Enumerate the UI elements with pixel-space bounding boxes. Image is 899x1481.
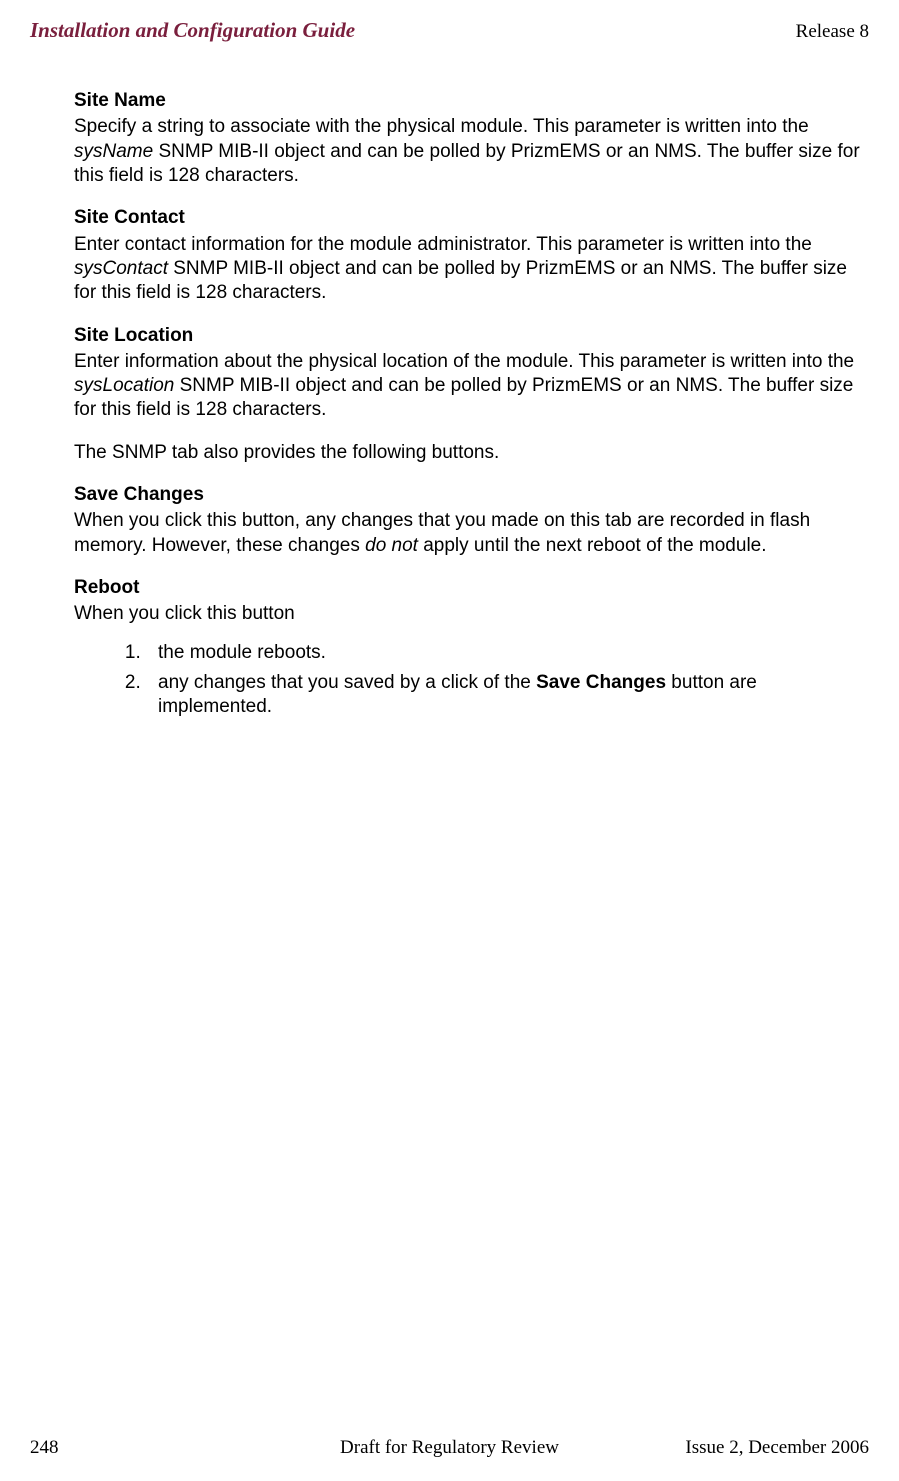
text: Specify a string to associate with the p… <box>74 116 809 137</box>
bold-save-changes: Save Changes <box>536 672 666 693</box>
text: Enter contact information for the module… <box>74 234 812 255</box>
list-item: any changes that you saved by a click of… <box>146 671 869 720</box>
para-site-contact: Enter contact information for the module… <box>74 233 869 306</box>
heading-site-contact: Site Contact <box>74 206 869 230</box>
text: the module reboots. <box>158 642 326 663</box>
header-doc-title: Installation and Configuration Guide <box>30 18 355 43</box>
list-item: the module reboots. <box>146 641 869 665</box>
text: SNMP MIB-II object and can be polled by … <box>74 141 860 186</box>
header-release: Release 8 <box>796 21 869 43</box>
para-save-changes: When you click this button, any changes … <box>74 509 869 558</box>
heading-save-changes: Save Changes <box>74 483 869 507</box>
para-site-location: Enter information about the physical loc… <box>74 350 869 423</box>
heading-reboot: Reboot <box>74 576 869 600</box>
text: any changes that you saved by a click of… <box>158 672 536 693</box>
text: SNMP MIB-II object and can be polled by … <box>74 375 853 420</box>
text: SNMP MIB-II object and can be polled by … <box>74 258 847 303</box>
para-snmp-note: The SNMP tab also provides the following… <box>74 441 869 465</box>
footer-page-number: 248 <box>30 1437 59 1459</box>
italic-syscontact: sysContact <box>74 258 168 279</box>
page-content: Site Name Specify a string to associate … <box>74 89 869 720</box>
italic-donot: do not <box>365 535 418 556</box>
footer-issue-date: Issue 2, December 2006 <box>685 1437 869 1459</box>
para-reboot-intro: When you click this button <box>74 602 869 626</box>
page-footer: 248 Draft for Regulatory Review Issue 2,… <box>30 1437 869 1459</box>
reboot-list: the module reboots. any changes that you… <box>74 641 869 720</box>
para-site-name: Specify a string to associate with the p… <box>74 115 869 188</box>
text: apply until the next reboot of the modul… <box>418 535 767 556</box>
heading-site-location: Site Location <box>74 324 869 348</box>
page-header: Installation and Configuration Guide Rel… <box>30 18 869 43</box>
italic-syslocation: sysLocation <box>74 375 174 396</box>
text: Enter information about the physical loc… <box>74 351 854 372</box>
page-container: Installation and Configuration Guide Rel… <box>0 0 899 1481</box>
italic-sysname: sysName <box>74 141 153 162</box>
heading-site-name: Site Name <box>74 89 869 113</box>
